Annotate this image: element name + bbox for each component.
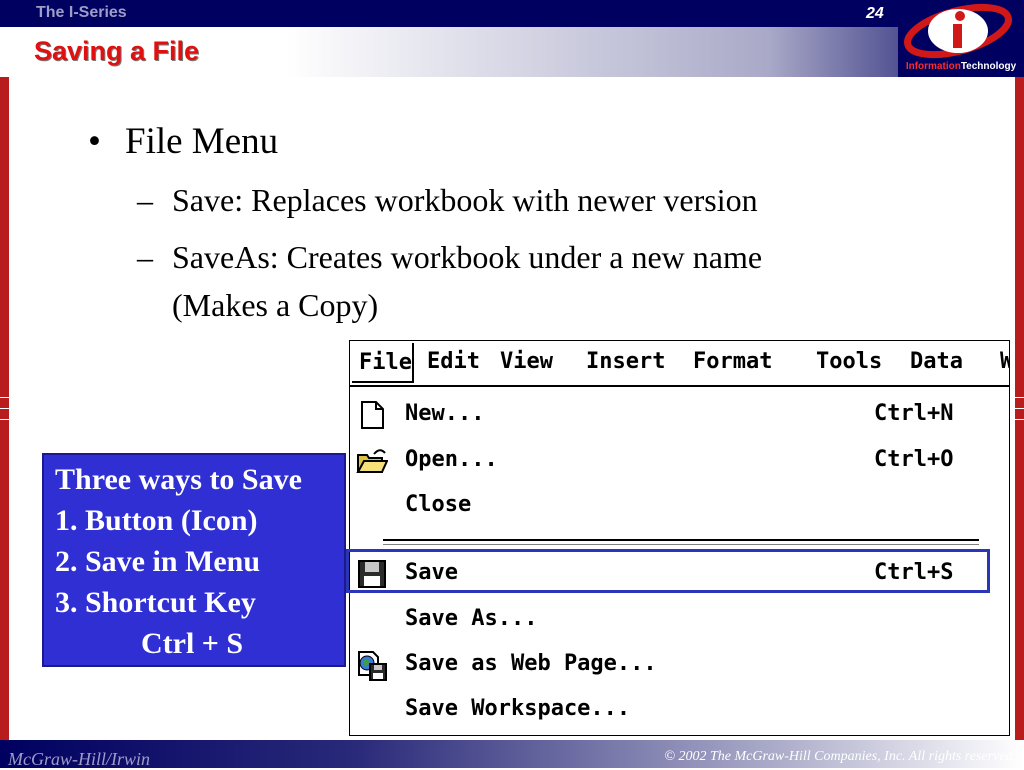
- menu-item-label: Close: [405, 492, 472, 517]
- menu-item-open[interactable]: Open... Ctrl+O: [350, 439, 1009, 483]
- menu-item-label: Save as Web Page...: [405, 651, 657, 676]
- logo-text: InformationTechnology: [905, 61, 1017, 72]
- series-name: The I-Series: [36, 4, 127, 21]
- callout-item: 1. Button (Icon): [55, 504, 258, 537]
- sub-bullet-text: SaveAs: Creates workbook under a new nam…: [172, 239, 763, 275]
- three-ways-callout: Three ways to Save 1. Button (Icon) 2. S…: [42, 453, 346, 667]
- sub-bullet-dash: –: [137, 182, 153, 218]
- frame-divider: [1015, 419, 1024, 420]
- frame-divider: [1015, 397, 1024, 398]
- menu-insert[interactable]: Insert: [586, 349, 665, 374]
- menu-item-save-as-web-page[interactable]: Save as Web Page...: [350, 643, 1009, 687]
- new-document-icon: [356, 399, 388, 431]
- web-page-save-icon: [356, 649, 388, 681]
- menu-item-save-workspace[interactable]: Save Workspace...: [350, 688, 1009, 732]
- callout-shortcut: Ctrl + S: [141, 627, 244, 660]
- menu-file[interactable]: File: [352, 343, 414, 383]
- menu-item-label: New...: [405, 401, 485, 426]
- menu-view[interactable]: View: [500, 349, 553, 374]
- sub-bullet-text: Save: Replaces workbook with newer versi…: [172, 182, 758, 218]
- frame-divider: [0, 408, 9, 409]
- menu-item-shortcut: Ctrl+N: [874, 401, 954, 426]
- menu-tools[interactable]: Tools: [816, 349, 882, 374]
- slide-title: Saving a File: [34, 36, 200, 66]
- menu-bar: File Edit View Insert Format Tools Data …: [350, 341, 1009, 387]
- copyright-notice: © 2002 The McGraw-Hill Companies, Inc. A…: [664, 749, 1016, 764]
- menu-separator: [383, 539, 979, 545]
- menu-item-label: Save Workspace...: [405, 696, 631, 721]
- menu-item-label: Save As...: [405, 606, 538, 631]
- file-menu-screenshot: File Edit View Insert Format Tools Data …: [349, 340, 1010, 736]
- frame-divider: [0, 397, 9, 398]
- menu-data[interactable]: Data: [910, 349, 963, 374]
- menu-item-shortcut: Ctrl+O: [874, 447, 954, 472]
- page-number: 24: [866, 5, 884, 22]
- open-folder-icon: [356, 445, 389, 477]
- callout-heading: Three ways to Save: [55, 463, 302, 496]
- callout-item: 3. Shortcut Key: [55, 586, 256, 619]
- sub-bullet-text: (Makes a Copy): [172, 287, 379, 323]
- save-highlight-box: [346, 549, 990, 593]
- menu-item-save-as[interactable]: Save As...: [350, 598, 1009, 642]
- menu-window[interactable]: W: [1000, 349, 1009, 374]
- frame-divider: [1015, 408, 1024, 409]
- bullet-text: File Menu: [125, 121, 279, 162]
- menu-item-close[interactable]: Close: [350, 484, 1009, 528]
- information-technology-logo: InformationTechnology: [898, 0, 1024, 77]
- menu-edit[interactable]: Edit: [427, 349, 480, 374]
- frame-divider: [0, 419, 9, 420]
- menu-item-new[interactable]: New... Ctrl+N: [350, 393, 1009, 437]
- sub-bullet-dash: –: [137, 239, 153, 275]
- bullet-symbol: •: [88, 121, 101, 162]
- menu-item-label: Open...: [405, 447, 498, 472]
- callout-item: 2. Save in Menu: [55, 545, 261, 578]
- menu-format[interactable]: Format: [693, 349, 772, 374]
- publisher-name: McGraw-Hill/Irwin: [8, 749, 150, 769]
